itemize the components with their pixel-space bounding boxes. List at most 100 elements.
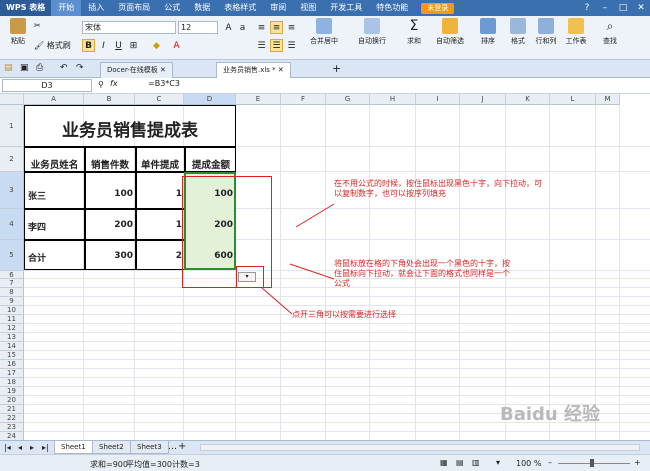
menu-item-data[interactable]: 数据	[187, 0, 217, 16]
paste-button[interactable]: 粘贴	[2, 18, 34, 46]
zoom-slider-thumb[interactable]	[590, 459, 594, 467]
formula-input[interactable]: =B3*C3	[148, 79, 180, 88]
fill-color-icon[interactable]: ◆	[150, 39, 163, 52]
arrow-line-1	[295, 203, 335, 228]
folder-icon[interactable]: ▤	[4, 63, 13, 73]
align-center-icon[interactable]: ☰	[270, 39, 283, 52]
brush-icon: 🖌	[34, 41, 45, 50]
auto-filter-button[interactable]: 自动筛选	[432, 18, 468, 46]
help-icon[interactable]: ?	[578, 3, 596, 13]
first-sheet-icon[interactable]: |◂	[4, 443, 11, 452]
paste-icon	[10, 18, 26, 34]
document-tab-bar: ▤ ▣ ⎙ ↶ ↷ Docer-在线模板 ✕ 业务员销售.xls * ✕ +	[0, 60, 650, 78]
zoom-level[interactable]: 100 %	[516, 459, 541, 468]
bold-button[interactable]: B	[82, 39, 95, 52]
row-col-button[interactable]: 行和列	[530, 18, 562, 46]
undo-icon[interactable]: ↶	[60, 63, 68, 73]
menu-item-page-layout[interactable]: 页面布局	[111, 0, 157, 16]
format-painter-button[interactable]: 🖌 格式刷	[34, 40, 71, 51]
sort-button[interactable]: 排序	[472, 18, 504, 46]
align-left-icon[interactable]: ☰	[255, 39, 268, 52]
annotation-arrows	[261, 203, 335, 315]
italic-button[interactable]: I	[97, 39, 110, 52]
zoom-lens-icon[interactable]: ⚲	[98, 80, 104, 89]
zoom-select-icon[interactable]: ▾	[496, 458, 500, 467]
format-icon	[510, 18, 526, 34]
redo-icon[interactable]: ↷	[76, 63, 84, 73]
last-sheet-icon[interactable]: ▸|	[42, 443, 49, 452]
page-view-icon[interactable]: ▤	[456, 458, 464, 467]
shrink-font-icon[interactable]: a	[236, 21, 249, 34]
fx-label[interactable]: fx	[110, 79, 118, 88]
next-sheet-icon[interactable]: ▸	[30, 443, 34, 452]
add-sheet-icon[interactable]: +	[178, 441, 186, 452]
border-icon[interactable]: ⊞	[127, 39, 140, 52]
menu-item-developer[interactable]: 开发工具	[323, 0, 369, 16]
menu-item-start[interactable]: 开始	[51, 0, 82, 16]
sheet-tab-sheet3[interactable]: Sheet3	[130, 441, 169, 454]
sort-icon	[480, 18, 496, 34]
save-icon[interactable]: ▣	[20, 63, 29, 73]
merge-center-button[interactable]: 合并居中	[302, 18, 346, 46]
spreadsheet-grid[interactable]: ABCDEFGHIJKLM 1 2 3 4 5 6 7 8 9 10 11 12 13 14 15 16 17 1…	[0, 94, 650, 440]
menu-item-insert[interactable]: 插入	[81, 0, 111, 16]
sheet-tab-sheet2[interactable]: Sheet2	[92, 441, 131, 454]
login-button[interactable]: 未登录	[421, 2, 455, 14]
maximize-icon[interactable]: □	[614, 3, 632, 13]
align-top-icon[interactable]: ≡	[255, 21, 268, 34]
align-bottom-icon[interactable]: ≡	[285, 21, 298, 34]
cut-icon[interactable]: ✂	[34, 21, 41, 30]
sigma-icon: Σ	[409, 18, 419, 34]
font-family-select[interactable]: 宋体	[82, 21, 176, 34]
binoculars-icon: ⌕	[606, 19, 614, 33]
print-icon[interactable]: ⎙	[36, 63, 43, 73]
close-icon[interactable]: ✕	[278, 66, 284, 74]
menu-item-table-style[interactable]: 表格样式	[217, 0, 263, 16]
font-color-icon[interactable]: A	[170, 39, 183, 52]
wrap-icon	[364, 18, 380, 34]
arrow-line-3	[261, 287, 293, 315]
status-sum: 求和=900	[90, 460, 128, 469]
worksheet-button[interactable]: 工作表	[560, 18, 592, 46]
menu-item-view[interactable]: 视图	[293, 0, 323, 16]
zoom-slider[interactable]	[558, 463, 630, 464]
arrow-line-2	[289, 263, 335, 280]
more-sheets-icon[interactable]: …	[168, 442, 177, 452]
font-size-select[interactable]: 12	[178, 21, 218, 34]
close-icon[interactable]: ✕	[632, 3, 650, 13]
rowcol-icon	[538, 18, 554, 34]
formula-bar: D3 ⚲ fx =B3*C3	[0, 78, 650, 94]
horizontal-scrollbar[interactable]	[200, 444, 640, 451]
app-logo[interactable]: WPS 表格	[0, 0, 52, 16]
normal-view-icon[interactable]: ▦	[440, 458, 448, 467]
find-button[interactable]: ⌕ 查找	[594, 18, 626, 46]
align-middle-icon[interactable]: ≡	[270, 21, 283, 34]
menu-bar: WPS 表格 开始 插入 页面布局 公式 数据 表格样式 审阅 视图 开发工具 …	[0, 0, 650, 16]
close-icon[interactable]: ✕	[160, 66, 166, 74]
align-right-icon[interactable]: ☰	[285, 39, 298, 52]
menu-item-formula[interactable]: 公式	[157, 0, 187, 16]
ribbon-toolbar: 粘贴 ✂ 🖌 格式刷 宋体 12 A a B I U ⊞ ◆ A ≡ ≡ ≡ ☰…	[0, 16, 650, 60]
prev-sheet-icon[interactable]: ◂	[18, 443, 22, 452]
underline-button[interactable]: U	[112, 39, 125, 52]
menu-item-review[interactable]: 审阅	[263, 0, 293, 16]
zoom-in-icon[interactable]: +	[634, 458, 641, 467]
status-count: 计数=3	[172, 460, 200, 469]
zoom-out-icon[interactable]: –	[548, 458, 552, 467]
tab-sales-workbook[interactable]: 业务员销售.xls * ✕	[216, 62, 291, 78]
window-controls: ? – □ ✕	[578, 3, 650, 13]
tab-docer[interactable]: Docer-在线模板 ✕	[100, 62, 173, 78]
status-bar: 求和=900 平均值=300 计数=3 ▦ ▤ ▥ ▾ 100 % – +	[0, 454, 650, 471]
status-average: 平均值=300	[126, 460, 172, 469]
baidu-watermark: Baidu 经验	[500, 404, 601, 425]
new-tab-icon[interactable]: +	[332, 62, 341, 75]
name-box[interactable]: D3	[2, 79, 92, 92]
page-break-icon[interactable]: ▥	[472, 458, 480, 467]
sum-button[interactable]: Σ 求和	[398, 18, 430, 46]
grow-font-icon[interactable]: A	[222, 21, 235, 34]
sheet-tab-sheet1[interactable]: Sheet1	[54, 441, 93, 454]
menu-item-features[interactable]: 特色功能	[369, 0, 415, 16]
minimize-icon[interactable]: –	[596, 3, 614, 13]
wrap-text-button[interactable]: 自动换行	[350, 18, 394, 46]
filter-icon	[442, 18, 458, 34]
